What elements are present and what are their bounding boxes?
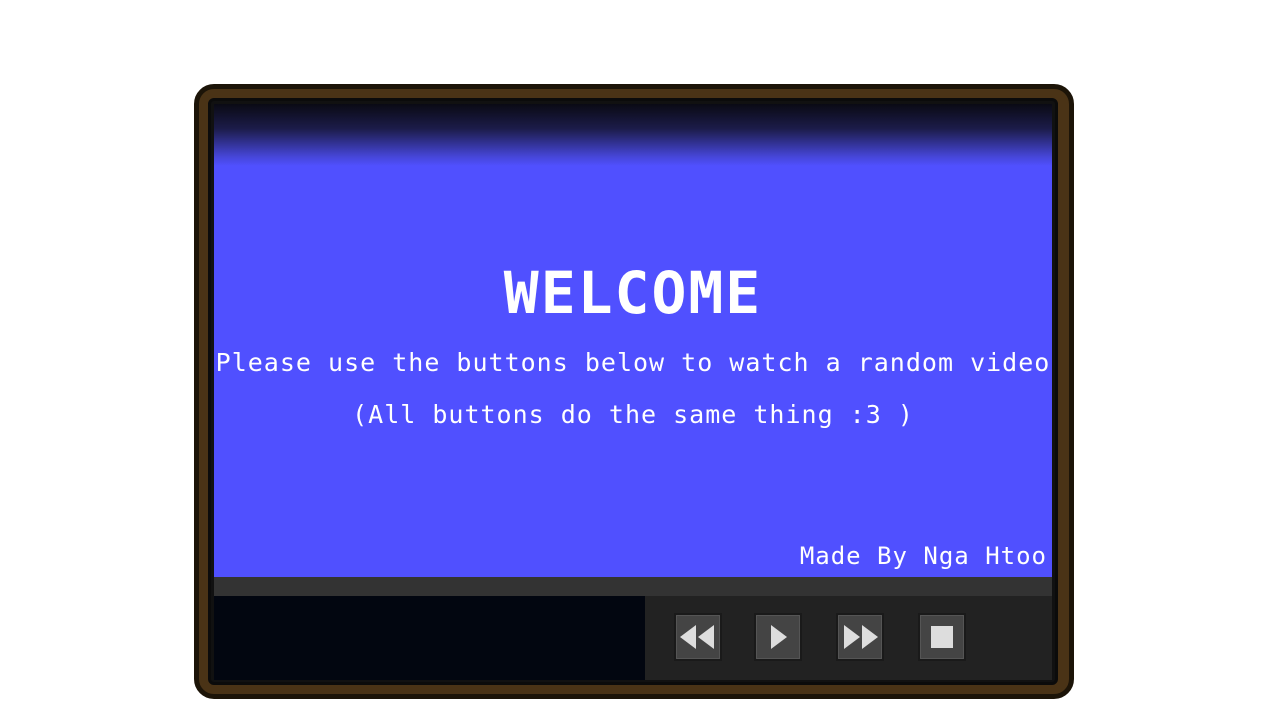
stop-button[interactable] — [918, 613, 966, 661]
rewind-button[interactable] — [674, 613, 722, 661]
tv-frame: WELCOME Please use the buttons below to … — [194, 84, 1074, 699]
screen-top-shade — [214, 104, 1052, 166]
stop-icon — [931, 626, 953, 648]
welcome-title: WELCOME — [503, 259, 763, 327]
play-icon — [771, 625, 787, 649]
display-panel — [214, 596, 645, 680]
credit-text: Made By Nga Htoo — [799, 542, 1047, 570]
rewind-icon — [680, 625, 714, 649]
tv-bezel: WELCOME Please use the buttons below to … — [208, 98, 1058, 685]
fast-forward-icon — [844, 625, 878, 649]
play-button[interactable] — [754, 613, 802, 661]
progress-track — [214, 577, 1052, 596]
buttons-note: (All buttons do the same thing :3 ) — [352, 400, 914, 429]
instructions-text: Please use the buttons below to watch a … — [215, 348, 1051, 377]
control-bar — [214, 596, 1052, 680]
fast-forward-button[interactable] — [836, 613, 884, 661]
tv-screen: WELCOME Please use the buttons below to … — [214, 104, 1052, 577]
